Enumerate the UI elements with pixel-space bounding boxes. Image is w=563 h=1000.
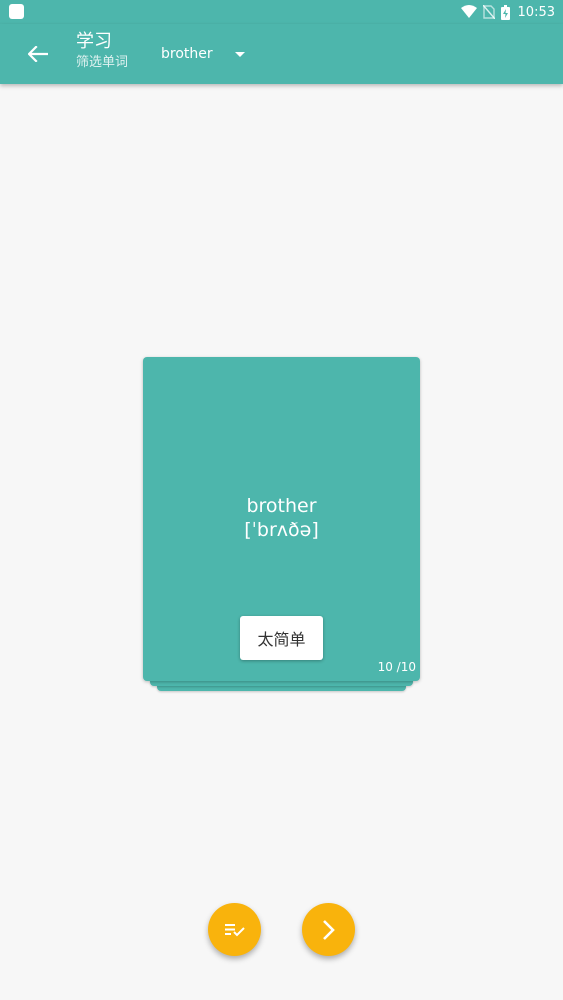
back-button[interactable] bbox=[20, 36, 56, 72]
app-notification-icon bbox=[9, 4, 24, 19]
battery-charging-icon bbox=[500, 4, 510, 20]
card-progress: 10 /10 bbox=[377, 660, 416, 674]
no-sim-icon bbox=[482, 5, 495, 19]
page-title: 学习 bbox=[76, 31, 112, 52]
flashcard[interactable]: brother [ˈbrʌðə] 太简单 10 /10 bbox=[143, 357, 420, 681]
arrow-left-icon bbox=[28, 46, 48, 62]
learn-screen: 10:53 学习 筛选单词 brother brother [ˈbrʌðə] 太… bbox=[0, 0, 563, 1000]
title-block: 学习 筛选单词 bbox=[76, 30, 128, 72]
status-icons: 10:53 bbox=[460, 0, 555, 24]
too-easy-button[interactable]: 太简单 bbox=[240, 616, 323, 660]
card-word: brother bbox=[246, 495, 317, 517]
word-select-dropdown[interactable]: brother bbox=[161, 40, 245, 68]
flashcard-stack: brother [ˈbrʌðə] 太简单 10 /10 bbox=[143, 357, 420, 693]
page-subtitle: 筛选单词 bbox=[76, 55, 129, 70]
status-time: 10:53 bbox=[517, 4, 555, 20]
chevron-right-icon bbox=[322, 919, 335, 940]
list-check-icon bbox=[224, 923, 245, 936]
selected-word: brother bbox=[161, 46, 213, 62]
caret-down-icon bbox=[234, 51, 245, 57]
word-list-button[interactable] bbox=[208, 903, 261, 956]
next-word-button[interactable] bbox=[302, 903, 355, 956]
app-bar: 学习 筛选单词 brother bbox=[0, 24, 563, 84]
status-bar: 10:53 bbox=[0, 0, 563, 24]
wifi-icon bbox=[460, 5, 477, 18]
card-phonetic: [ˈbrʌðə] bbox=[244, 519, 319, 541]
